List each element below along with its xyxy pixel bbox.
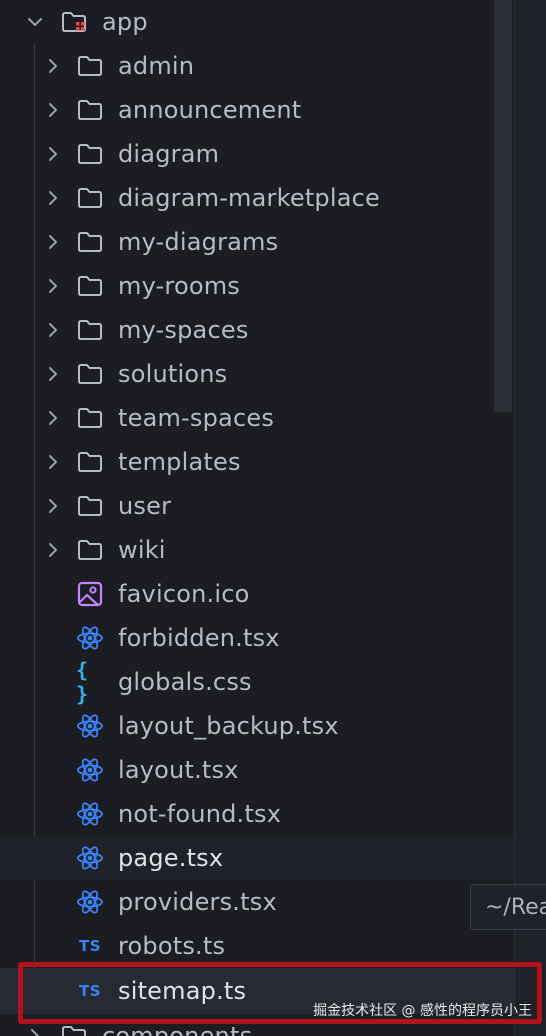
tree-item-file[interactable]: providers.tsx — [0, 880, 514, 924]
folder-icon — [76, 404, 104, 432]
chevron-right-icon — [44, 453, 62, 471]
tree-item-label: globals.css — [118, 668, 252, 696]
folder-icon — [76, 52, 104, 80]
tree-item-label: wiki — [118, 536, 166, 564]
tree-item-label: providers.tsx — [118, 888, 277, 916]
chevron-down-icon — [26, 13, 44, 31]
tree-item-file[interactable]: layout.tsx — [0, 748, 514, 792]
tree-item-folder[interactable]: user — [0, 484, 514, 528]
tree-item-folder[interactable]: announcement — [0, 88, 514, 132]
tree-item-file[interactable]: { } globals.css — [0, 658, 514, 706]
chevron-right-icon — [44, 233, 62, 251]
folder-icon — [76, 184, 104, 212]
css-braces-icon: { } — [76, 658, 89, 706]
app-folder-icon — [60, 8, 88, 36]
tree-item-label: app — [102, 8, 148, 36]
react-icon — [76, 800, 104, 828]
folder-icon — [76, 140, 104, 168]
tree-item-file[interactable]: page.tsx — [0, 836, 514, 880]
tree-item-folder[interactable]: diagram — [0, 132, 514, 176]
tooltip-text: ~/Rea — [485, 894, 546, 920]
tree-item-file[interactable]: favicon.ico — [0, 572, 514, 616]
image-icon — [76, 580, 104, 608]
tree-item-folder[interactable]: my-rooms — [0, 264, 514, 308]
chevron-right-icon — [44, 497, 62, 515]
typescript-icon: TS — [78, 937, 102, 955]
tree-item-file[interactable]: layout_backup.tsx — [0, 704, 514, 748]
folder-icon — [76, 360, 104, 388]
chevron-right-icon — [44, 57, 62, 75]
tree-item-label: layout_backup.tsx — [118, 712, 339, 740]
editor-edge — [514, 0, 546, 1036]
tree-item-folder[interactable]: admin — [0, 44, 514, 88]
folder-icon — [76, 316, 104, 344]
tree-item-folder[interactable]: my-spaces — [0, 308, 514, 352]
tree-item-label: team-spaces — [118, 404, 275, 432]
folder-icon — [76, 448, 104, 476]
chevron-right-icon — [26, 1027, 44, 1036]
react-icon — [76, 624, 104, 652]
chevron-right-icon — [44, 277, 62, 295]
tree-item-folder[interactable]: my-diagrams — [0, 220, 514, 264]
react-icon — [76, 844, 104, 872]
tree-item-label: forbidden.tsx — [118, 624, 280, 652]
chevron-right-icon — [44, 541, 62, 559]
folder-icon — [76, 272, 104, 300]
folder-icon — [60, 1022, 88, 1036]
tree-item-label: diagram-marketplace — [118, 184, 380, 212]
tree-item-label: my-diagrams — [118, 228, 279, 256]
tree-item-folder[interactable]: templates — [0, 440, 514, 484]
tree-item-label: my-spaces — [118, 316, 249, 344]
chevron-right-icon — [44, 365, 62, 383]
tree-item-label: templates — [118, 448, 241, 476]
tree-item-folder[interactable]: solutions — [0, 352, 514, 396]
tree-item-label: layout.tsx — [118, 756, 239, 784]
react-icon — [76, 888, 104, 916]
tree-item-app[interactable]: app — [0, 0, 514, 44]
tree-item-folder[interactable]: team-spaces — [0, 396, 514, 440]
react-icon — [76, 756, 104, 784]
chevron-right-icon — [44, 145, 62, 163]
tree-item-label: admin — [118, 52, 195, 80]
folder-icon — [76, 536, 104, 564]
tree-item-label: not-found.tsx — [118, 800, 282, 828]
chevron-right-icon — [44, 409, 62, 427]
folder-icon — [76, 96, 104, 124]
tree-item-file[interactable]: not-found.tsx — [0, 792, 514, 836]
tree-item-label: announcement — [118, 96, 302, 124]
tree-item-label: diagram — [118, 140, 220, 168]
tree-item-label: components — [102, 1022, 253, 1036]
path-tooltip: ~/Rea — [470, 884, 546, 930]
chevron-right-icon — [44, 321, 62, 339]
tree-item-folder[interactable]: wiki — [0, 528, 514, 572]
chevron-right-icon — [44, 101, 62, 119]
react-icon — [76, 712, 104, 740]
tree-item-label: my-rooms — [118, 272, 241, 300]
tree-item-file[interactable]: forbidden.tsx — [0, 616, 514, 660]
tree-item-label: solutions — [118, 360, 228, 388]
chevron-right-icon — [44, 189, 62, 207]
watermark: 掘金技术社区 @ 感性的程序员小王 — [313, 1003, 532, 1019]
folder-icon — [76, 228, 104, 256]
folder-icon — [76, 492, 104, 520]
file-explorer: app admin announcement diagram diagram-m… — [0, 0, 546, 1036]
tree-item-folder[interactable]: diagram-marketplace — [0, 176, 514, 220]
tree-item-label: user — [118, 492, 172, 520]
tree-item-label: robots.ts — [118, 932, 226, 960]
tree-item-label: page.tsx — [118, 844, 224, 872]
tree-item-label: favicon.ico — [118, 580, 250, 608]
